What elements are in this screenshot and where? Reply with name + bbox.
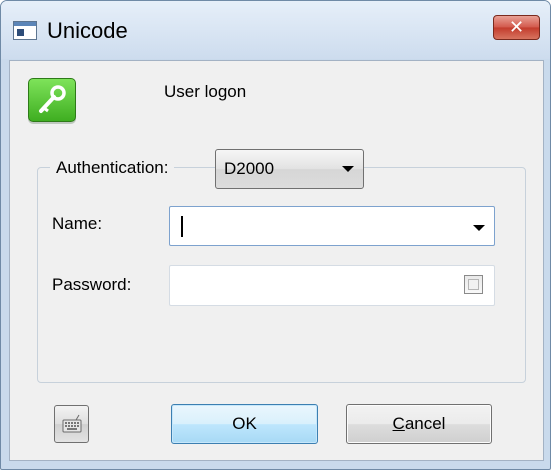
name-combobox[interactable]	[169, 206, 495, 246]
password-label: Password:	[52, 275, 132, 294]
keyboard-button[interactable]	[54, 405, 89, 443]
key-icon	[28, 78, 76, 122]
chevron-down-icon	[342, 166, 354, 172]
authentication-select[interactable]: D2000	[215, 149, 364, 189]
cancel-mnemonic: C	[392, 414, 405, 433]
ok-button[interactable]: OK	[171, 404, 318, 444]
user-logon-label: User logon	[164, 82, 247, 101]
show-password-checkbox[interactable]	[464, 275, 483, 294]
chevron-down-icon[interactable]	[473, 225, 485, 231]
keyboard-icon	[62, 414, 82, 433]
password-field[interactable]	[169, 265, 495, 306]
authentication-value: D2000	[224, 159, 275, 178]
text-caret	[181, 216, 183, 237]
close-button[interactable]: ✕	[493, 15, 540, 40]
cancel-label-rest: ancel	[404, 414, 446, 433]
ok-label: OK	[232, 414, 257, 433]
close-icon: ✕	[508, 17, 525, 37]
application-window-icon	[13, 21, 37, 40]
authentication-label: Authentication:	[50, 158, 175, 178]
cancel-button[interactable]: Cancel	[346, 404, 492, 444]
cancel-label: Cancel	[393, 414, 446, 434]
window-title: Unicode	[47, 18, 128, 43]
name-label: Name:	[52, 214, 103, 233]
title-bar[interactable]: Unicode ✕	[1, 1, 550, 59]
